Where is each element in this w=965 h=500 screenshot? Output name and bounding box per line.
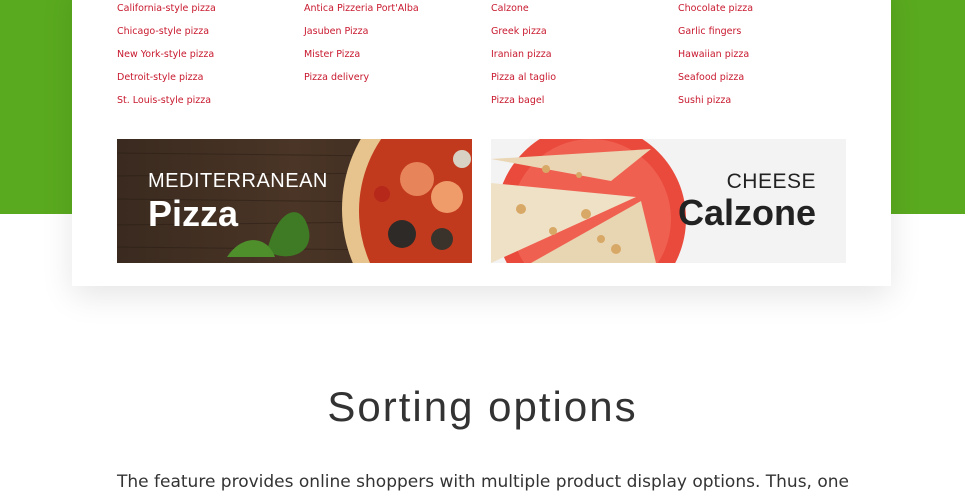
banner-kicker: MEDITERRANEAN [148, 170, 328, 192]
menu-link[interactable]: Jasuben Pizza [304, 23, 484, 46]
mega-menu-card: California-style pizza Chicago-style piz… [72, 0, 891, 286]
banner-title: Calzone [677, 192, 816, 233]
section-description: The feature provides online shoppers wit… [117, 472, 849, 492]
menu-link[interactable]: Iranian pizza [491, 46, 671, 69]
menu-link[interactable]: Pizza delivery [304, 69, 484, 92]
menu-link[interactable]: Hawaiian pizza [678, 46, 858, 69]
menu-link[interactable]: Seafood pizza [678, 69, 858, 92]
cheese-calzone-banner[interactable]: CHEESE Calzone [491, 139, 846, 263]
links-column-1: California-style pizza Chicago-style piz… [117, 0, 297, 115]
links-column-2: Antica Pizzeria Port'Alba Jasuben Pizza … [304, 0, 484, 92]
links-column-4: Chocolate pizza Garlic fingers Hawaiian … [678, 0, 858, 115]
menu-link[interactable]: Detroit-style pizza [117, 69, 297, 92]
menu-link[interactable]: Sushi pizza [678, 92, 858, 115]
menu-link[interactable]: Antica Pizzeria Port'Alba [304, 0, 484, 23]
menu-link[interactable]: California-style pizza [117, 0, 297, 23]
banner-title: Pizza [148, 193, 239, 234]
menu-link[interactable]: Pizza bagel [491, 92, 671, 115]
menu-link[interactable]: Greek pizza [491, 23, 671, 46]
menu-link[interactable]: Chocolate pizza [678, 0, 858, 23]
banner-kicker: CHEESE [726, 170, 816, 193]
menu-link[interactable]: St. Louis-style pizza [117, 92, 297, 115]
menu-link[interactable]: New York-style pizza [117, 46, 297, 69]
menu-link[interactable]: Chicago-style pizza [117, 23, 297, 46]
menu-link[interactable]: Calzone [491, 0, 671, 23]
menu-link[interactable]: Pizza al taglio [491, 69, 671, 92]
links-column-3: Calzone Greek pizza Iranian pizza Pizza … [491, 0, 671, 115]
section-title: Sorting options [327, 383, 638, 430]
menu-link[interactable]: Garlic fingers [678, 23, 858, 46]
mediterranean-pizza-banner[interactable]: MEDITERRANEAN Pizza [117, 139, 472, 263]
menu-link[interactable]: Mister Pizza [304, 46, 484, 69]
pizza-links-grid: California-style pizza Chicago-style piz… [117, 0, 857, 120]
